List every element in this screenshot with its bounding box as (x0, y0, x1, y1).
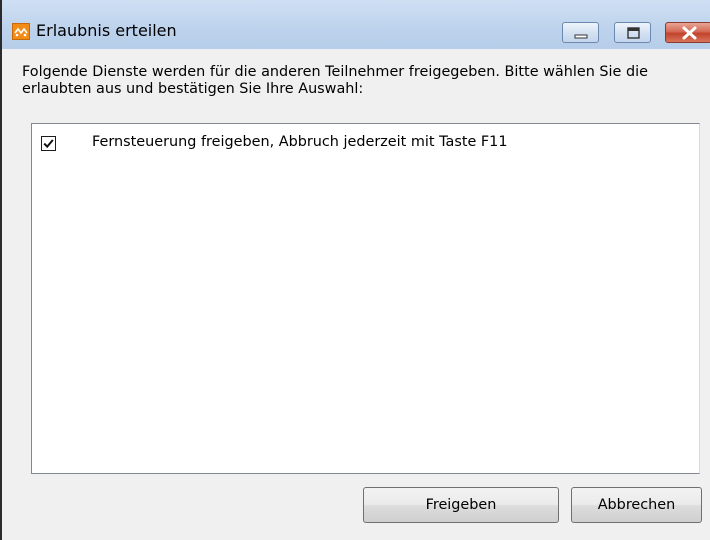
list-item[interactable]: Fernsteuerung freigeben, Abbruch jederze… (32, 124, 699, 164)
maximize-button[interactable] (614, 22, 651, 43)
close-button[interactable] (665, 22, 710, 43)
dialog-body: Folgende Dienste werden für die anderen … (2, 49, 710, 540)
service-checkbox[interactable] (41, 136, 56, 151)
service-label: Fernsteuerung freigeben, Abbruch jederze… (92, 134, 508, 150)
instruction-text: Folgende Dienste werden für die anderen … (22, 64, 648, 97)
freigeben-button[interactable]: Freigeben (363, 487, 559, 523)
close-icon (682, 26, 697, 40)
app-logo-icon (12, 23, 30, 40)
checkmark-icon (43, 139, 54, 149)
dialog-window: Erlaubnis erteilen Folgende Dienste werd… (0, 0, 710, 540)
maximize-icon (627, 27, 640, 39)
minimize-button[interactable] (562, 22, 599, 43)
minimize-icon (574, 34, 588, 39)
abbrechen-button[interactable]: Abbrechen (571, 487, 702, 523)
services-list[interactable]: Fernsteuerung freigeben, Abbruch jederze… (31, 123, 700, 474)
window-title: Erlaubnis erteilen (36, 21, 177, 40)
